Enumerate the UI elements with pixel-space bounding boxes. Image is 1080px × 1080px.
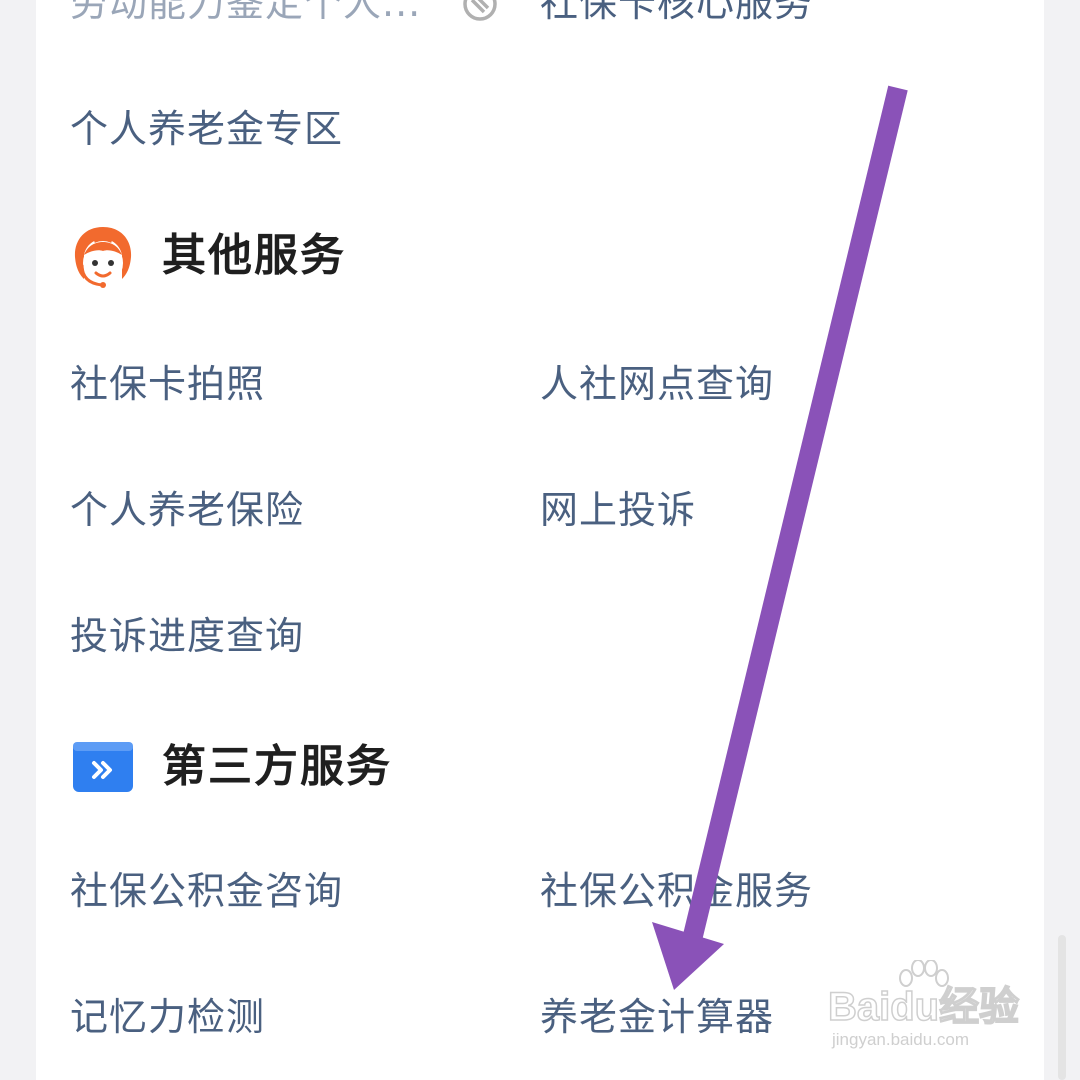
customer-service-avatar-icon: [74, 227, 132, 288]
service-item-personal-pension-insurance[interactable]: 个人养老保险: [70, 491, 304, 529]
section-title-other-services: 其他服务: [162, 230, 346, 281]
third-party-forward-icon: [73, 742, 133, 792]
sync-icon: [463, 0, 497, 21]
scrollbar[interactable]: [1058, 935, 1066, 1080]
service-item-outlet-query[interactable]: 人社网点查询: [540, 365, 774, 403]
service-item-fund-service[interactable]: 社保公积金服务: [540, 872, 813, 910]
service-item-social-card-core[interactable]: 社保卡核心服务: [540, 0, 813, 22]
services-card: [36, 0, 1044, 1080]
section-title-third-party: 第三方服务: [162, 741, 392, 792]
service-item-pension-calculator[interactable]: 养老金计算器: [540, 998, 774, 1036]
service-item-memory-test[interactable]: 记忆力检测: [70, 998, 265, 1036]
service-item-work-ability-appraisal[interactable]: 劳动能力鉴定个人...: [70, 0, 421, 22]
service-item-personal-pension-zone[interactable]: 个人养老金专区: [70, 110, 343, 148]
service-item-social-card-photo[interactable]: 社保卡拍照: [70, 365, 265, 403]
service-item-complaint-progress[interactable]: 投诉进度查询: [70, 617, 304, 655]
service-item-online-complaint[interactable]: 网上投诉: [540, 491, 696, 529]
service-item-fund-consult[interactable]: 社保公积金咨询: [70, 872, 343, 910]
